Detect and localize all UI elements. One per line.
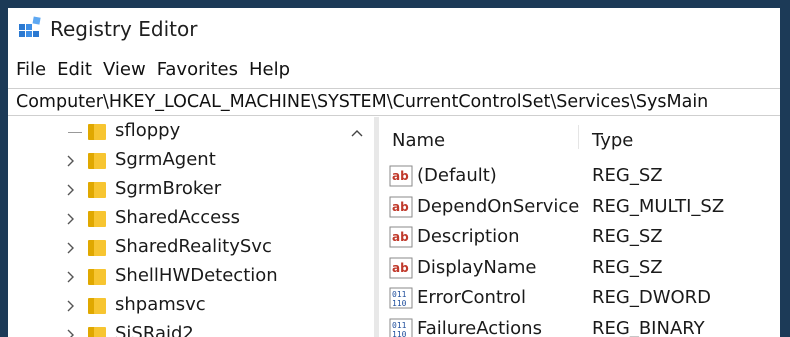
binary-value-icon: 011110 [389,318,413,337]
value-type: REG_MULTI_SZ [592,195,725,217]
folder-icon [88,211,106,227]
svg-text:ab: ab [392,200,409,214]
menu-bar: File Edit View Favorites Help [8,56,780,82]
chevron-right-icon [67,242,74,254]
value-row[interactable]: ab DisplayName REG_SZ [380,253,780,283]
expand-button[interactable] [64,176,78,204]
tree-item[interactable]: ShellHWDetection [8,263,348,291]
value-row[interactable]: 011 110 ErrorControl REG_DWORD [380,283,780,313]
chevron-right-icon [67,213,74,225]
expand-button[interactable] [64,292,78,320]
tree-item-label: SgrmBroker [115,178,222,199]
value-row[interactable]: ab (Default) REG_SZ [380,161,780,191]
chevron-right-icon [67,271,74,283]
tree-item[interactable]: SgrmBroker [8,176,348,204]
tree-item-label: SgrmAgent [115,149,216,170]
expand-button[interactable] [64,263,78,291]
registry-editor-icon [19,16,41,37]
address-bar[interactable]: Computer\HKEY_LOCAL_MACHINE\SYSTEM\Curre… [8,88,780,116]
address-path[interactable]: Computer\HKEY_LOCAL_MACHINE\SYSTEM\Curre… [8,92,708,112]
folder-icon [88,327,106,337]
chevron-up-icon [351,130,363,137]
svg-text:110: 110 [392,299,407,308]
tree-connector-line [68,132,82,133]
menu-favorites[interactable]: Favorites [149,59,238,80]
folder-icon [88,153,106,169]
registry-editor-window: Registry Editor File Edit View Favorites… [8,8,780,337]
chevron-right-icon [67,155,74,167]
folder-icon [88,298,106,314]
tree-item[interactable]: sfloppy [8,118,348,146]
svg-text:110: 110 [392,330,407,337]
scroll-up-button[interactable] [348,123,366,143]
folder-icon [88,240,106,256]
expand-button[interactable] [64,234,78,262]
svg-text:ab: ab [392,169,409,183]
value-name: Description [417,226,520,247]
value-name: (Default) [417,165,497,186]
string-value-icon: ab [389,257,413,278]
tree-item[interactable]: shpamsvc [8,292,348,320]
binary-value-icon: 011110 [389,287,413,309]
value-row[interactable]: ab DependOnService REG_MULTI_SZ [380,192,780,222]
value-name: ErrorControl [417,287,526,308]
value-type: REG_DWORD [592,287,712,308]
tree-item[interactable]: SiSRaid2 [8,321,348,337]
value-type: REG_SZ [592,226,663,247]
value-type: REG_SZ [592,256,663,278]
pane-splitter[interactable] [374,117,379,337]
menu-help[interactable]: Help [241,59,290,80]
chevron-right-icon [67,184,74,196]
expand-button[interactable] [64,321,78,337]
column-header-type[interactable]: Type [592,130,633,151]
expand-button[interactable] [64,147,78,175]
folder-icon [88,124,106,140]
folder-icon [88,182,106,198]
svg-text:ab: ab [392,261,409,275]
value-name: DisplayName [417,256,537,278]
menu-view[interactable]: View [95,59,146,80]
column-divider[interactable] [578,125,579,149]
string-value-icon: ab [389,226,413,248]
chevron-right-icon [67,300,74,312]
folder-icon [88,269,106,285]
string-value-icon: ab [389,196,413,217]
svg-text:011: 011 [392,290,407,299]
menu-file[interactable]: File [8,59,46,80]
tree-item-label: shpamsvc [115,294,206,315]
tree-item[interactable]: SharedAccess [8,205,348,233]
title-bar[interactable]: Registry Editor [8,8,780,50]
svg-text:011: 011 [392,321,407,330]
tree-item-label: SiSRaid2 [115,323,194,337]
tree-item-label: sfloppy [115,120,181,141]
tree-item-label: ShellHWDetection [115,265,278,286]
string-value-icon: ab [389,165,413,187]
tree-item[interactable]: SharedRealitySvc [8,234,348,262]
tree-item-label: SharedAccess [115,207,240,228]
value-type: REG_SZ [592,165,663,186]
value-name: FailureActions [417,317,542,337]
value-name: DependOnService [417,195,580,217]
value-row[interactable]: 011 110 FailureActions REG_BINARY [380,314,780,337]
menu-edit[interactable]: Edit [49,59,92,80]
value-row[interactable]: ab Description REG_SZ [380,222,780,252]
svg-text:ab: ab [392,230,409,244]
values-pane[interactable]: Name Type ab (Default) REG_SZ ab DependOnSer… [380,117,780,337]
key-tree-pane[interactable]: sfloppy SgrmAgent SgrmBroker SharedAccess Sh… [8,117,370,337]
column-header-name[interactable]: Name [392,130,445,151]
expand-button[interactable] [64,205,78,233]
value-type: REG_BINARY [592,317,705,337]
tree-item-label: SharedRealitySvc [115,236,272,257]
window-title: Registry Editor [50,17,198,41]
tree-item[interactable]: SgrmAgent [8,147,348,175]
chevron-right-icon [67,329,74,337]
